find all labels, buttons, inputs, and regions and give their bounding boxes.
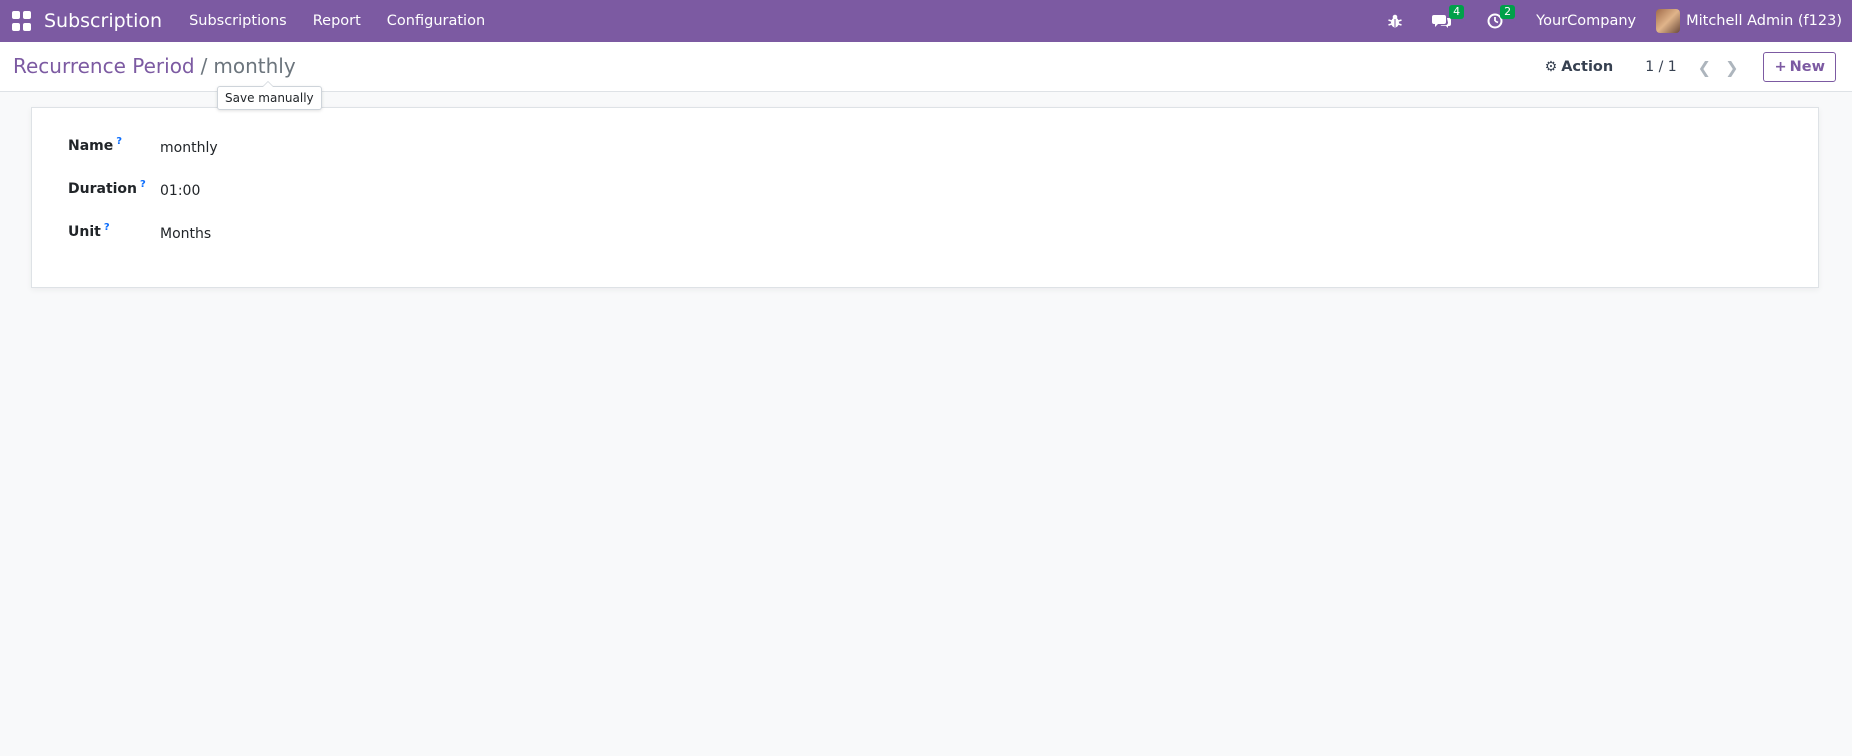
top-navbar: Subscription Subscriptions Report Config…	[0, 0, 1852, 42]
debug-bug-icon[interactable]	[1387, 13, 1403, 29]
duration-help-icon[interactable]: ?	[140, 179, 146, 190]
messages-badge: 4	[1449, 5, 1465, 19]
new-label: New	[1789, 59, 1825, 75]
new-record-button[interactable]: + New	[1763, 52, 1836, 82]
company-switcher[interactable]: YourCompany	[1536, 13, 1636, 29]
field-row-name: Name? monthly	[68, 134, 218, 158]
main-menu: Subscriptions Report Configuration	[176, 13, 498, 29]
name-help-icon[interactable]: ?	[116, 136, 122, 147]
apps-menu-icon[interactable]	[12, 11, 32, 31]
name-label-text: Name	[68, 138, 114, 154]
save-manually-tooltip: Save manually	[217, 81, 322, 110]
breadcrumb: Recurrence Period / monthly	[13, 54, 296, 78]
duration-label: Duration?	[68, 179, 160, 197]
action-label: Action	[1561, 59, 1614, 75]
breadcrumb-current: monthly	[213, 54, 296, 78]
pager-next-icon[interactable]: ❯	[1725, 58, 1738, 77]
menu-report[interactable]: Report	[313, 13, 361, 29]
unit-label-text: Unit	[68, 224, 101, 240]
field-row-unit: Unit? Months	[68, 220, 211, 244]
user-menu[interactable]: Mitchell Admin (f123)	[1656, 9, 1842, 33]
breadcrumb-separator: /	[200, 54, 208, 78]
unit-help-icon[interactable]: ?	[104, 222, 110, 233]
unit-label: Unit?	[68, 222, 160, 240]
duration-field[interactable]: 01:00	[160, 183, 200, 199]
gear-icon: ⚙	[1544, 59, 1558, 75]
unit-field[interactable]: Months	[160, 226, 211, 242]
breadcrumb-parent-link[interactable]: Recurrence Period	[13, 54, 195, 78]
activities-button[interactable]: 2	[1487, 5, 1516, 29]
control-panel: Recurrence Period / monthly ⚙ Action 1 / 1…	[0, 42, 1852, 92]
pager-previous-icon[interactable]: ❮	[1698, 58, 1711, 77]
name-field[interactable]: monthly	[160, 140, 218, 156]
control-panel-actions: ⚙ Action 1 / 1 ❮ ❯ + New	[1545, 49, 1836, 85]
activities-badge: 2	[1500, 5, 1516, 19]
menu-configuration[interactable]: Configuration	[387, 13, 485, 29]
pager-value[interactable]: 1 / 1	[1645, 59, 1676, 75]
field-row-duration: Duration? 01:00	[68, 177, 200, 201]
app-title[interactable]: Subscription	[44, 10, 162, 32]
duration-label-text: Duration	[68, 181, 138, 197]
menu-subscriptions[interactable]: Subscriptions	[189, 13, 287, 29]
form-sheet: Name? monthly Duration? 01:00 Unit? Mont…	[31, 107, 1819, 288]
name-label: Name?	[68, 136, 160, 154]
plus-icon: +	[1774, 59, 1787, 75]
systray: 4 2 YourCompany Mitchell Admin (f123)	[1376, 0, 1852, 42]
avatar	[1656, 9, 1681, 33]
messages-button[interactable]: 4	[1432, 5, 1465, 29]
user-name: Mitchell Admin (f123)	[1686, 13, 1842, 29]
action-menu-button[interactable]: ⚙ Action	[1545, 59, 1614, 75]
